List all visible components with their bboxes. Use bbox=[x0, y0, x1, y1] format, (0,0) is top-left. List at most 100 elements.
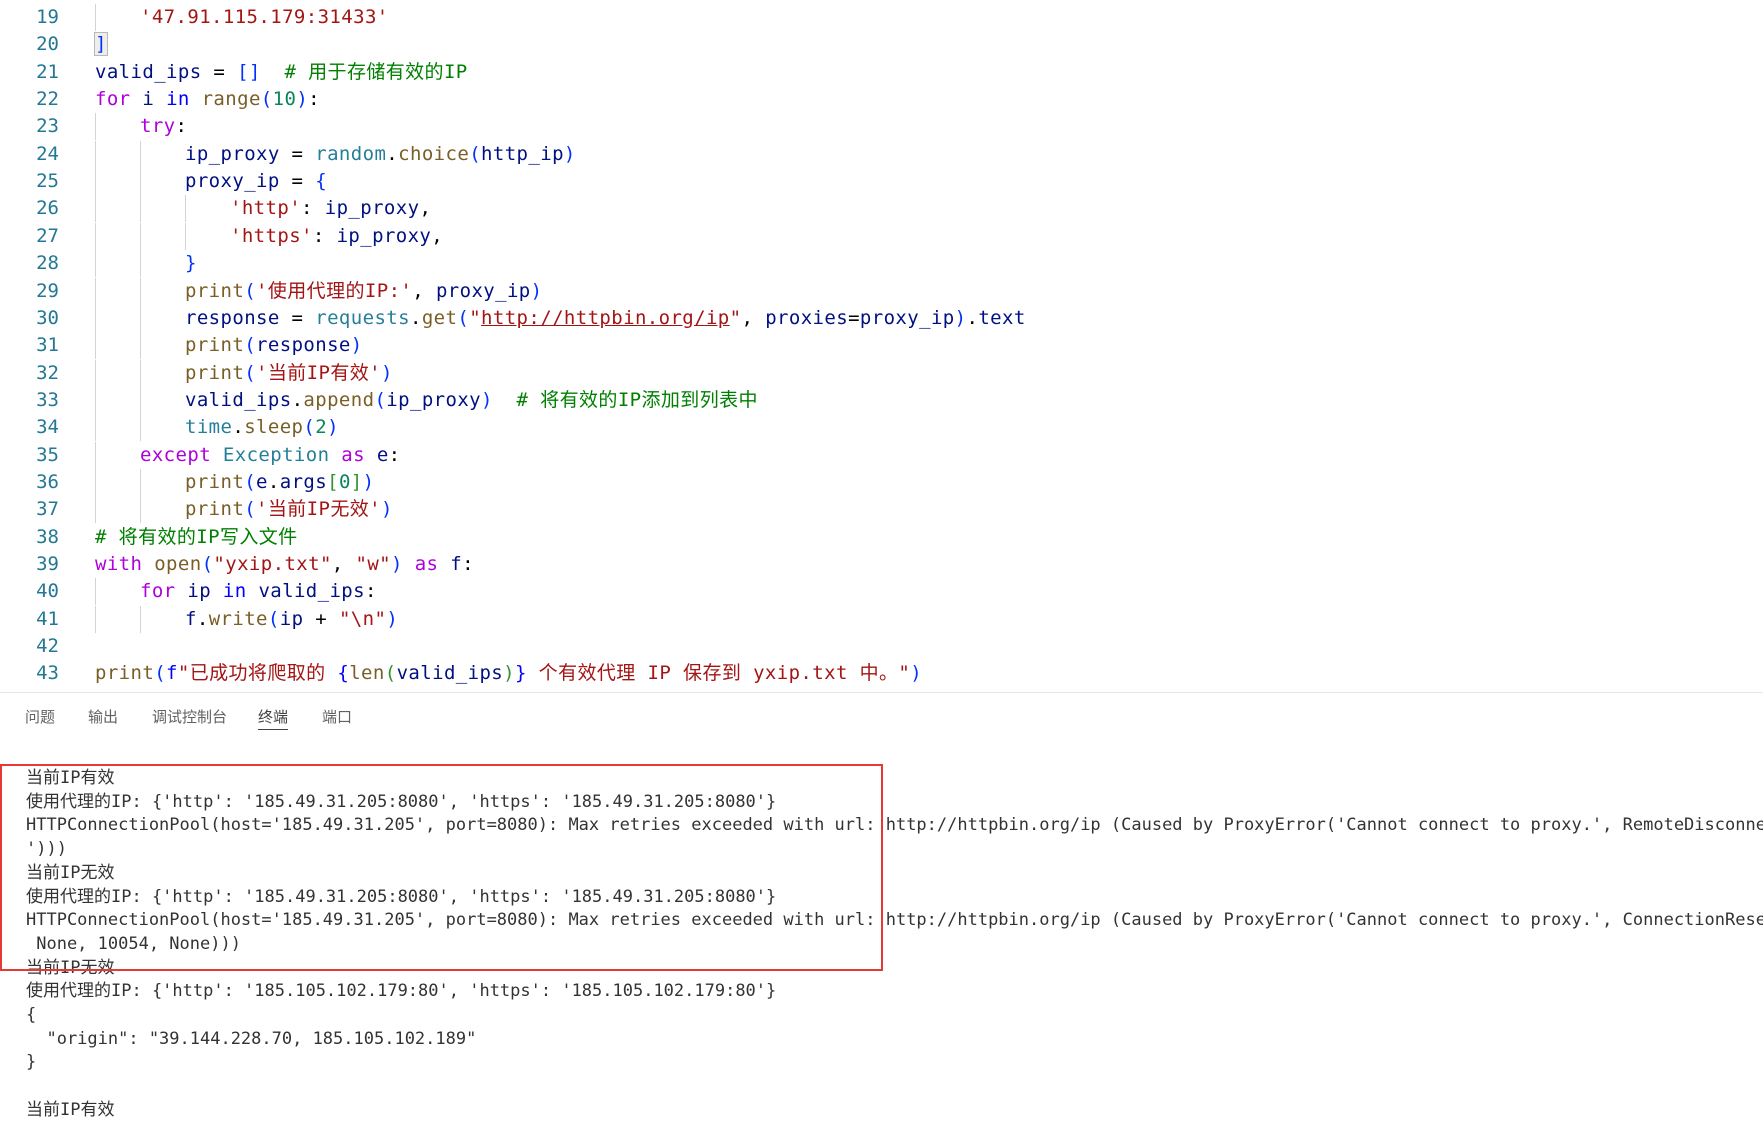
code-token: ) bbox=[381, 498, 393, 521]
code-line[interactable]: 35 except Exception as e: bbox=[0, 441, 1763, 469]
terminal-line: HTTPConnectionPool(host='185.49.31.205',… bbox=[26, 910, 1763, 931]
code-line[interactable]: 19 '47.91.115.179:31433' bbox=[0, 4, 1763, 31]
code-token: ( bbox=[244, 334, 257, 357]
code-line[interactable]: 26 'http': ip_proxy, bbox=[0, 195, 1763, 223]
code-token: try bbox=[140, 115, 176, 138]
code-line[interactable]: 24 ip_proxy = random.choice(http_ip) bbox=[0, 140, 1763, 168]
indent-guide bbox=[140, 304, 141, 332]
code-text: print(f"已成功将爬取的 {len(valid_ips)} 个有效代理 I… bbox=[95, 660, 922, 687]
code-line[interactable]: 23 try: bbox=[0, 113, 1763, 141]
code-token: 'http' bbox=[230, 197, 302, 220]
code-line[interactable]: 20] bbox=[0, 31, 1763, 58]
code-line[interactable]: 32 print('当前IP有效') bbox=[0, 359, 1763, 387]
code-token: choice bbox=[398, 142, 470, 165]
code-line[interactable]: 21 valid_ips = [] # 用于存储有效的IP bbox=[0, 59, 1763, 86]
code-token: as bbox=[414, 553, 439, 575]
code-line[interactable]: 25 proxy_ip = { bbox=[0, 168, 1763, 196]
code-text: 'http': ip_proxy, bbox=[230, 195, 431, 222]
code-line[interactable]: 40 for ip in valid_ips: bbox=[0, 578, 1763, 606]
code-token: '当前IP有效' bbox=[256, 361, 382, 384]
code-token: time bbox=[185, 416, 233, 439]
code-token: i bbox=[142, 88, 155, 111]
code-token: print bbox=[185, 361, 245, 384]
code-token: ( bbox=[244, 361, 257, 384]
code-line[interactable]: 43 print(f"已成功将爬取的 {len(valid_ips)} 个有效代理… bbox=[0, 660, 1763, 687]
code-line[interactable]: 36 print(e.args[0]) bbox=[0, 468, 1763, 496]
line-number: 22 bbox=[36, 88, 59, 111]
code-line[interactable]: 31 print(response) bbox=[0, 332, 1763, 360]
code-editor[interactable]: 19'47.91.115.179:31433' 20] 21 valid_ips = … bbox=[0, 0, 1763, 692]
line-number: 30 bbox=[36, 306, 59, 329]
code-token: args bbox=[279, 470, 328, 493]
line-number: 40 bbox=[36, 580, 59, 603]
tab-output[interactable]: 输出 bbox=[88, 706, 118, 728]
code-token: ip_proxy bbox=[324, 197, 420, 220]
code-text: print('当前IP无效') bbox=[185, 496, 393, 523]
code-token: ip_proxy bbox=[336, 224, 432, 247]
terminal-line: 使用代理的IP: {'http': '185.105.102.179:80', … bbox=[26, 981, 777, 1002]
code-token: ( bbox=[260, 88, 273, 111]
code-token: = bbox=[848, 306, 860, 329]
code-token: get bbox=[421, 306, 458, 329]
code-token: ip_proxy bbox=[386, 388, 482, 411]
line-number: 29 bbox=[36, 279, 59, 302]
indent-guide bbox=[95, 359, 96, 387]
tab-debug-console[interactable]: 调试控制台 bbox=[152, 706, 227, 728]
line-number: 34 bbox=[36, 416, 59, 439]
code-token: = bbox=[201, 60, 238, 83]
code-line[interactable]: 29 print('使用代理的IP:', proxy_ip) bbox=[0, 277, 1763, 305]
code-line[interactable]: 34 time.sleep(2) bbox=[0, 414, 1763, 442]
code-token: ( bbox=[244, 279, 257, 302]
line-number: 36 bbox=[36, 470, 59, 493]
line-number: 21 bbox=[36, 60, 59, 83]
code-token: print bbox=[185, 470, 245, 493]
indent-guide bbox=[140, 250, 141, 278]
tab-ports[interactable]: 端口 bbox=[322, 706, 352, 728]
code-token: "已成功将爬取的 bbox=[177, 662, 338, 685]
indent-guide bbox=[95, 605, 96, 633]
indent-guide bbox=[95, 277, 96, 305]
code-line[interactable]: 42 bbox=[0, 633, 1763, 660]
code-token: valid_ips bbox=[95, 60, 202, 83]
code-token: response bbox=[256, 334, 351, 357]
code-line[interactable]: 33 valid_ips.append(ip_proxy) # 将有效的IP添加到… bbox=[0, 386, 1763, 414]
indent-guide bbox=[140, 496, 141, 524]
indent-guide bbox=[140, 386, 141, 414]
line-number: 19 bbox=[36, 6, 59, 28]
indent-guide bbox=[140, 168, 141, 196]
code-token: f bbox=[185, 607, 197, 630]
code-line[interactable]: 28} bbox=[0, 250, 1763, 278]
indent-guide bbox=[140, 332, 141, 360]
tab-problems[interactable]: 问题 bbox=[25, 706, 55, 728]
indent-guide bbox=[185, 222, 186, 250]
code-line[interactable]: 30 response = requests.get("http://httpbi… bbox=[0, 304, 1763, 332]
indent-guide bbox=[95, 496, 96, 524]
code-line[interactable]: 39 with open("yxip.txt", "w") as f: bbox=[0, 551, 1763, 578]
code-token: , bbox=[741, 306, 766, 329]
code-token: . bbox=[291, 388, 304, 411]
tab-terminal[interactable]: 终端 bbox=[258, 706, 289, 730]
code-line[interactable]: 37 print('当前IP无效') bbox=[0, 496, 1763, 524]
code-line[interactable]: 27 'https': ip_proxy, bbox=[0, 222, 1763, 250]
code-token: except bbox=[140, 443, 212, 466]
code-token: e bbox=[256, 470, 268, 493]
line-number: 32 bbox=[36, 361, 59, 384]
code-text: print(e.args[0]) bbox=[185, 469, 374, 496]
code-token: e bbox=[376, 443, 389, 466]
code-line[interactable]: 22 for i in range(10): bbox=[0, 86, 1763, 113]
code-token: : bbox=[312, 224, 337, 247]
terminal-output[interactable]: 当前IP有效 使用代理的IP: {'http': '185.49.31.205:8… bbox=[0, 760, 1763, 1127]
code-text: # 将有效的IP写入文件 bbox=[95, 524, 298, 551]
code-token: 2 bbox=[315, 416, 328, 439]
code-line[interactable]: 38 # 将有效的IP写入文件 bbox=[0, 524, 1763, 551]
indent-guide bbox=[95, 250, 96, 278]
code-token: proxies bbox=[765, 306, 849, 329]
line-number: 20 bbox=[36, 33, 59, 56]
code-line[interactable]: 41 f.write(ip + "\n") bbox=[0, 605, 1763, 633]
code-token: : bbox=[462, 553, 474, 575]
